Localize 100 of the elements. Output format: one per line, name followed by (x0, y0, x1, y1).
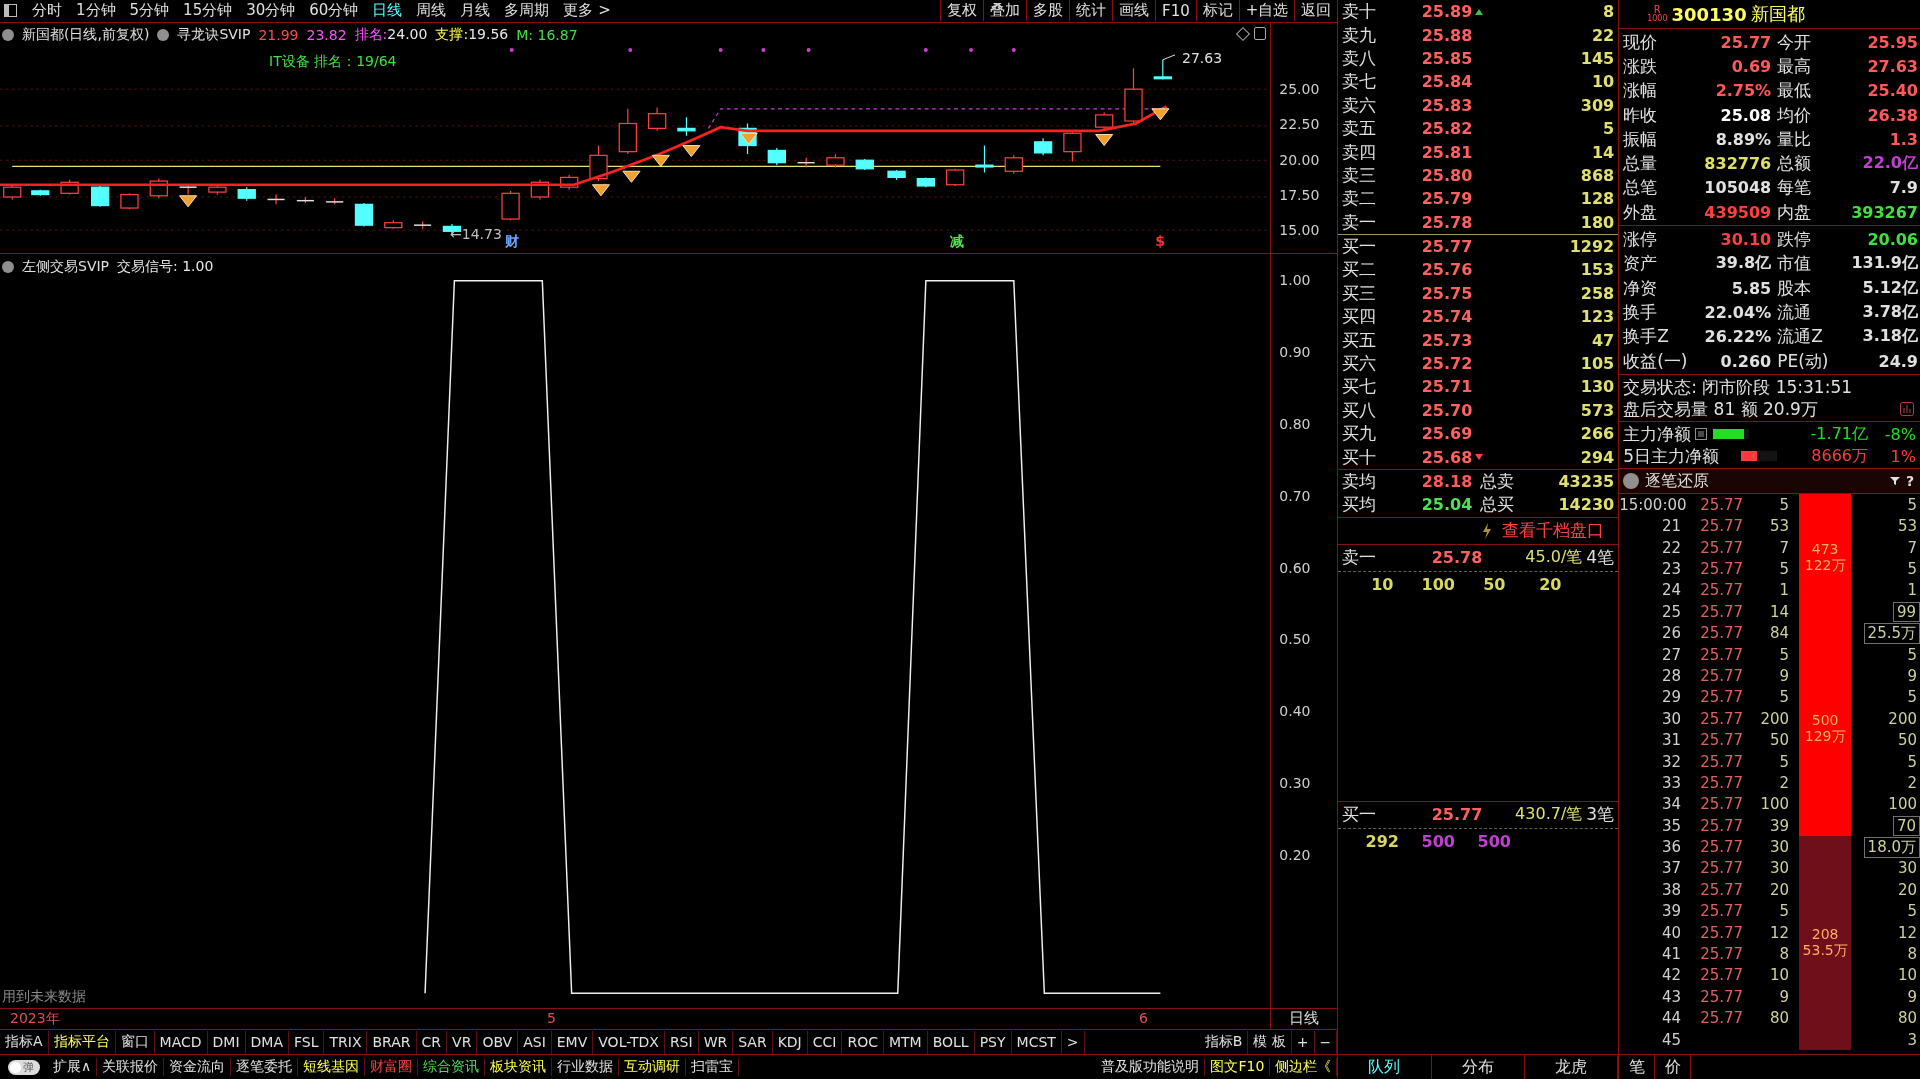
panel-tab[interactable]: 笔 (1619, 1055, 1656, 1079)
queue-label: 买一 (1341, 803, 1378, 827)
candlestick (1004, 154, 1023, 175)
stat-value: 27.63 (1866, 56, 1919, 76)
indicator-tab[interactable]: BRAR (367, 1030, 417, 1054)
period-tab[interactable]: 日线 (365, 1, 410, 21)
bottom-link[interactable]: 财富圈 (365, 1058, 419, 1077)
bottom-link[interactable]: 互动调研 (619, 1058, 687, 1077)
period-tab[interactable]: 多周期 (497, 1, 557, 21)
depth-button[interactable]: 查看千档盘口 (1502, 519, 1605, 543)
summary-label: 总卖 (1479, 470, 1516, 493)
indicator-tab[interactable]: FSL (289, 1030, 325, 1054)
period-tab[interactable]: 15分钟 (176, 1, 240, 21)
event-marker[interactable]: 财 (505, 232, 520, 251)
bottom-link[interactable]: 普及版功能说明 (1096, 1058, 1206, 1077)
stat-value: 30.10 (1719, 230, 1773, 249)
bottom-link[interactable]: 行业数据 (552, 1058, 620, 1077)
indicator-tab[interactable]: RSI (664, 1030, 699, 1054)
indicator-tab[interactable]: PSY (974, 1030, 1012, 1054)
stat-value: 1.3 (1888, 129, 1919, 149)
period-tab[interactable]: 5分钟 (122, 1, 177, 21)
period-tab[interactable]: 周线 (409, 1, 454, 21)
block-count: 473 (1811, 541, 1839, 558)
indicator-tab[interactable]: MTM (883, 1030, 928, 1054)
toolbar-button[interactable]: 标记 (1195, 0, 1239, 22)
period-tab[interactable]: 更多 > (556, 1, 618, 21)
period-tab[interactable]: 60分钟 (302, 1, 366, 21)
indicator-tab[interactable]: 指标B (1199, 1030, 1249, 1054)
tick-price: 25.77 (1700, 624, 1744, 643)
level-label: 买一 (1341, 235, 1378, 259)
indicator-tab[interactable]: SAR (733, 1030, 773, 1054)
bottom-link[interactable]: 资金流向 (164, 1058, 232, 1077)
indicator-tab[interactable]: CCI (807, 1030, 843, 1054)
indicator-tab[interactable]: ASI (518, 1030, 552, 1054)
toolbar-button[interactable]: +自选 (1238, 0, 1295, 22)
toolbar-button[interactable]: 复权 (940, 0, 983, 22)
indicator-tab[interactable]: KDJ (772, 1030, 808, 1054)
bottom-link[interactable]: 板块资讯 (485, 1058, 553, 1077)
bottom-link[interactable]: 综合资讯 (418, 1058, 486, 1077)
indicator-tab[interactable]: DMI (207, 1030, 246, 1054)
bottom-link[interactable]: 逐笔委托 (231, 1058, 299, 1077)
square-icon[interactable] (1254, 26, 1267, 40)
list-icon[interactable] (1695, 428, 1708, 441)
period-tab[interactable]: 分时 (25, 1, 69, 21)
indicator-tab[interactable]: MCST (1011, 1030, 1062, 1054)
toolbar-button[interactable]: 画线 (1112, 0, 1155, 22)
bottom-link[interactable]: 扩展∧ (48, 1058, 98, 1077)
stat-label: 每笔 (1776, 176, 1813, 200)
bottom-link[interactable]: 短线基因 (298, 1058, 366, 1077)
toolbar-button[interactable]: 统计 (1069, 0, 1112, 22)
bottom-link[interactable]: 侧边栏《 (1270, 1058, 1338, 1077)
indicator-tab[interactable]: ROC (842, 1030, 884, 1054)
indicator-tab[interactable]: − (1314, 1030, 1338, 1054)
panel-tab[interactable]: 龙虎 (1524, 1055, 1619, 1079)
level-volume: 22 (1590, 25, 1616, 45)
bottom-link[interactable]: 扫雷宝 (686, 1058, 740, 1077)
toolbar-button[interactable]: 返回 (1294, 0, 1338, 22)
toggle-switch[interactable]: 弹 (8, 1059, 40, 1075)
indicator-tab[interactable]: MACD (154, 1030, 208, 1054)
level-price: 25.72 (1420, 354, 1473, 374)
window-icon[interactable] (4, 4, 17, 18)
tick-volume: 8 (1779, 945, 1790, 964)
indicator-tab[interactable]: DMA (245, 1030, 289, 1054)
indicator-tab[interactable]: 窗口 (115, 1030, 155, 1054)
indicator-tab[interactable]: TRIX (324, 1030, 368, 1054)
scroll-down-icon[interactable] (1475, 454, 1484, 461)
toolbar-button[interactable]: F10 (1155, 0, 1196, 22)
toolbar-button[interactable]: 叠加 (983, 0, 1026, 22)
tick-volume: 5 (1779, 752, 1790, 771)
tick-time: 36 (1661, 838, 1682, 857)
chart-icon[interactable] (1900, 402, 1914, 417)
period-tab[interactable]: 月线 (453, 1, 498, 21)
indicator-tab[interactable]: + (1291, 1030, 1315, 1054)
event-marker[interactable]: 减 (949, 232, 964, 251)
indicator-tab[interactable]: CR (416, 1030, 448, 1054)
panel-tab[interactable]: 队列 (1338, 1055, 1432, 1079)
candlestick (178, 184, 198, 196)
indicator-tab[interactable]: VR (447, 1030, 478, 1054)
toolbar-button[interactable]: 多股 (1026, 0, 1069, 22)
filter-icon[interactable] (1889, 476, 1900, 487)
event-marker[interactable]: $ (1155, 232, 1165, 249)
level-price: 25.84 (1420, 72, 1473, 92)
panel-tab[interactable]: 分布 (1431, 1055, 1525, 1079)
period-tab[interactable]: 30分钟 (239, 1, 303, 21)
scroll-up-icon[interactable] (1475, 8, 1484, 15)
indicator-tab[interactable]: 模 板 (1248, 1030, 1292, 1054)
indicator-tab[interactable]: EMV (551, 1030, 594, 1054)
bottom-link[interactable]: 图文F10 (1205, 1058, 1271, 1077)
indicator-tab[interactable]: VOL-TDX (593, 1030, 665, 1054)
indicator-tab[interactable]: 指标A (0, 1030, 49, 1054)
more-button[interactable]: > (1061, 1030, 1085, 1054)
help-button[interactable]: ? (1905, 473, 1914, 490)
period-tab[interactable]: 1分钟 (69, 1, 123, 21)
indicator-value: M: 16.87 (516, 26, 578, 43)
indicator-tab[interactable]: OBV (477, 1030, 519, 1054)
bottom-link[interactable]: 关联报价 (97, 1058, 165, 1077)
indicator-tab[interactable]: BOLL (927, 1030, 975, 1054)
panel-tab[interactable]: 价 (1655, 1055, 1692, 1079)
indicator-tab[interactable]: 指标平台 (48, 1030, 116, 1054)
indicator-tab[interactable]: WR (698, 1030, 734, 1054)
